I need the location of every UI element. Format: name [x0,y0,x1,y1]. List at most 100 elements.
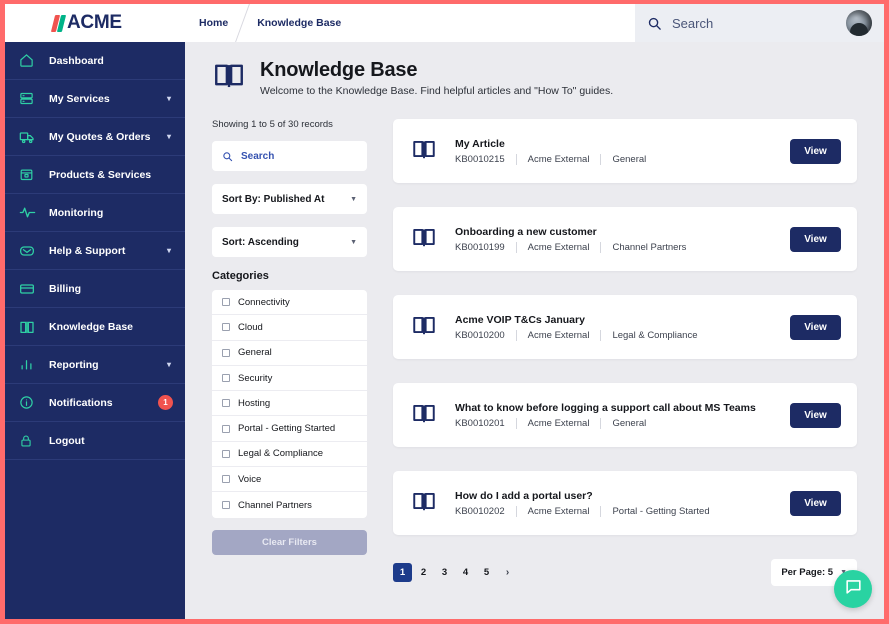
page-subtitle: Welcome to the Knowledge Base. Find help… [260,84,614,97]
category-filter-list: Connectivity Cloud General Security Host… [212,290,367,518]
sidebar-item-label: Monitoring [49,206,104,219]
view-button[interactable]: View [790,138,841,164]
book-icon [19,319,41,335]
category-option-cloud[interactable]: Cloud [212,315,367,341]
brand-logo[interactable]: ACME [5,4,185,42]
article-meta: KB0010215 Acme External General [455,153,790,165]
article-card[interactable]: Onboarding a new customer KB0010199 Acme… [393,207,857,271]
sidebar-item-label: Products & Services [49,168,152,181]
article-category: Legal & Compliance [600,329,708,341]
view-button[interactable]: View [790,226,841,252]
category-option-channel-partners[interactable]: Channel Partners [212,492,367,517]
browser-viewport: ACME Home Knowledge Base Search Dashboar… [5,4,884,619]
article-card[interactable]: How do I add a portal user? KB0010202 Ac… [393,471,857,535]
breadcrumb-item-home[interactable]: Home [185,17,242,29]
sidebar-item-logout[interactable]: Logout [5,422,185,460]
chevron-down-icon: ▼ [350,195,357,203]
checkbox-icon[interactable] [222,399,230,408]
category-label: Channel Partners [238,499,312,511]
book-icon [411,488,437,519]
page-book-icon [212,58,246,97]
per-page-value: Per Page: 5 [781,567,834,578]
article-meta: KB0010199 Acme External Channel Partners [455,241,790,253]
book-icon [411,400,437,431]
truck-icon [19,129,41,145]
records-count: Showing 1 to 5 of 30 records [212,119,333,130]
article-meta: KB0010200 Acme External Legal & Complian… [455,329,790,341]
category-option-legal-compliance[interactable]: Legal & Compliance [212,442,367,468]
page-title: Knowledge Base [260,58,418,81]
sort-by-select[interactable]: Sort By: Published At ▼ [212,184,367,214]
checkbox-icon[interactable] [222,348,230,357]
sidebar-item-knowledge-base[interactable]: Knowledge Base [5,308,185,346]
checkbox-icon[interactable] [222,475,230,484]
view-button[interactable]: View [790,402,841,428]
sidebar-item-label: Help & Support [49,244,126,257]
sort-by-value: Sort By: Published At [222,193,325,205]
article-source: Acme External [515,153,601,165]
checkbox-icon[interactable] [222,424,230,433]
article-card[interactable]: My Article KB0010215 Acme External Gener… [393,119,857,183]
book-icon [411,136,437,167]
pagination-page-1[interactable]: 1 [393,563,412,582]
pagination: 1 2 3 4 5 › Per Page: 5 ▼ [393,559,857,586]
pagination-page-5[interactable]: 5 [477,563,496,582]
article-title: Onboarding a new customer [455,225,597,238]
filter-panel: Showing 1 to 5 of 30 records Search Sort… [212,119,367,586]
view-button[interactable]: View [790,314,841,340]
sidebar-item-help-support[interactable]: Help & Support ▾ [5,232,185,270]
sidebar-item-reporting[interactable]: Reporting ▾ [5,346,185,384]
book-icon [411,224,437,255]
category-label: General [238,347,272,359]
pagination-page-2[interactable]: 2 [414,563,433,582]
checkbox-icon[interactable] [222,501,230,510]
article-category: Portal - Getting Started [600,505,720,517]
article-card[interactable]: What to know before logging a support ca… [393,383,857,447]
checkbox-icon[interactable] [222,323,230,332]
sidebar-item-my-quotes-orders[interactable]: My Quotes & Orders ▾ [5,118,185,156]
chevron-down-icon: ▾ [166,132,171,141]
sidebar-item-notifications[interactable]: Notifications 1 [5,384,185,422]
breadcrumb-item-knowledge-base[interactable]: Knowledge Base [243,17,355,29]
sidebar-item-label: Knowledge Base [49,320,134,333]
search-icon [647,16,662,31]
article-id: KB0010202 [455,505,505,517]
sidebar-item-my-services[interactable]: My Services ▾ [5,80,185,118]
checkbox-icon[interactable] [222,449,230,458]
category-option-voice[interactable]: Voice [212,467,367,493]
sidebar-item-label: Billing [49,282,82,295]
article-card[interactable]: Acme VOIP T&Cs January KB0010200 Acme Ex… [393,295,857,359]
clear-filters-button[interactable]: Clear Filters [212,529,367,555]
sort-direction-select[interactable]: Sort: Ascending ▼ [212,227,367,257]
category-option-hosting[interactable]: Hosting [212,391,367,417]
sidebar-item-products-services[interactable]: Products & Services [5,156,185,194]
pagination-next-button[interactable]: › [498,563,517,582]
global-search-input[interactable]: Search [635,4,884,42]
category-option-portal-getting-started[interactable]: Portal - Getting Started [212,416,367,442]
article-title: My Article [455,137,505,150]
article-meta: KB0010202 Acme External Portal - Getting… [455,505,790,517]
sidebar-item-dashboard[interactable]: Dashboard [5,42,185,80]
chat-widget-button[interactable] [834,570,872,608]
article-id: KB0010199 [455,241,505,253]
category-option-security[interactable]: Security [212,366,367,392]
checkbox-icon[interactable] [222,374,230,383]
avatar[interactable] [846,10,872,36]
credit-card-icon [19,281,41,297]
filter-search-input[interactable]: Search [212,141,367,171]
pagination-page-4[interactable]: 4 [456,563,475,582]
global-search-placeholder: Search [672,15,714,31]
pagination-page-3[interactable]: 3 [435,563,454,582]
article-list: My Article KB0010215 Acme External Gener… [393,119,857,586]
sort-direction-value: Sort: Ascending [222,236,299,248]
top-bar: ACME Home Knowledge Base Search [5,4,884,42]
category-option-general[interactable]: General [212,341,367,366]
book-icon [411,312,437,343]
category-label: Cloud [238,321,263,333]
category-option-connectivity[interactable]: Connectivity [212,290,367,316]
checkbox-icon[interactable] [222,298,230,307]
sidebar-item-monitoring[interactable]: Monitoring [5,194,185,232]
view-button[interactable]: View [790,490,841,516]
article-source: Acme External [515,417,601,429]
sidebar-item-billing[interactable]: Billing [5,270,185,308]
